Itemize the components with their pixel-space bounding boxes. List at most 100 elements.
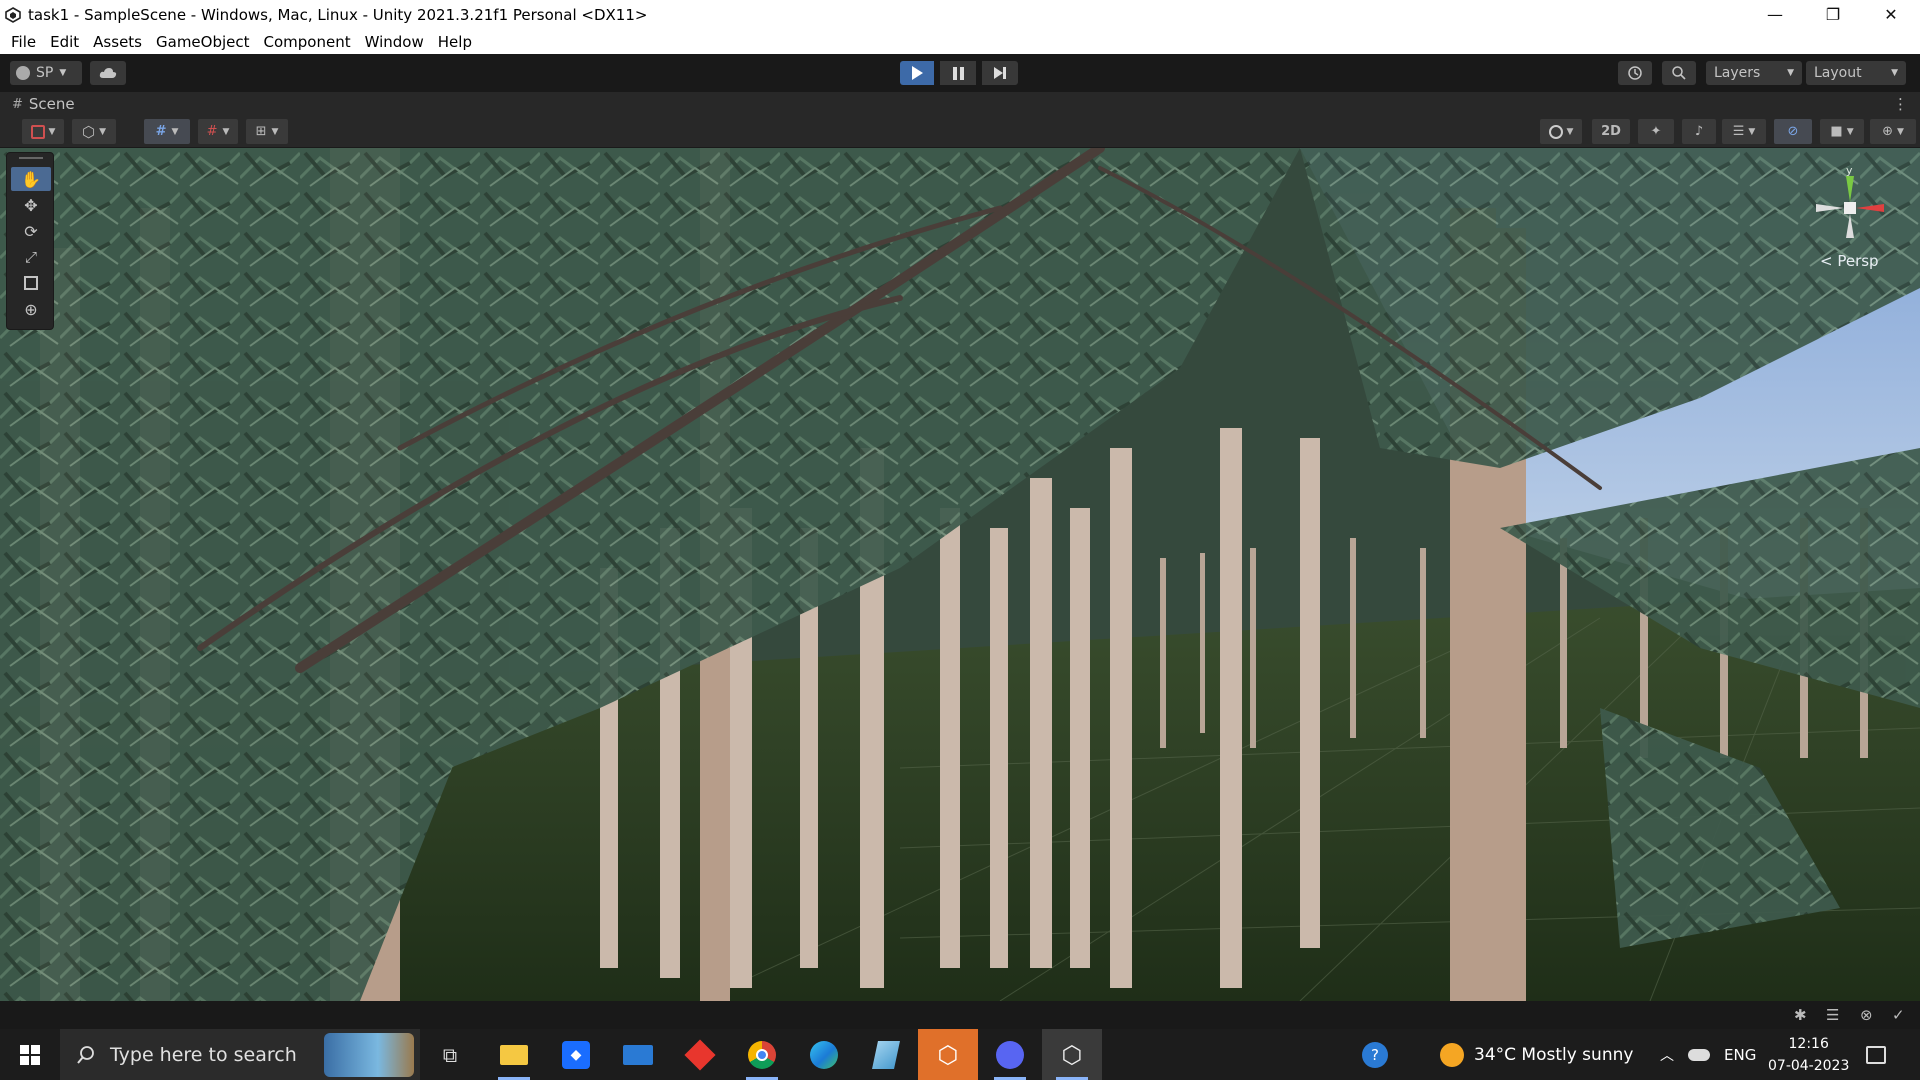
rotate-icon: ⟳ <box>24 221 38 241</box>
hand-tool-button[interactable]: ✋ <box>11 167 51 191</box>
weather-widget[interactable]: 34°C Mostly sunny <box>1440 1029 1633 1080</box>
help-icon: ? <box>1362 1041 1388 1068</box>
increment-snap-dropdown[interactable]: # ▼ <box>198 119 238 144</box>
dropbox-app[interactable]: ◆ <box>546 1029 606 1080</box>
clock[interactable]: 12:16 07-04-2023 <box>1768 1029 1849 1080</box>
effects-dropdown[interactable]: ☰ ▼ <box>1722 119 1766 144</box>
move-tool-button[interactable]: ✥ <box>11 193 51 217</box>
search-icon <box>77 1045 94 1064</box>
grid-snap-toggle[interactable]: # ▼ <box>144 119 190 144</box>
search-placeholder: Type here to search <box>110 1043 297 1066</box>
unity-hub-app[interactable]: ⬡ <box>918 1029 978 1080</box>
layers-stack-icon[interactable]: ☰ <box>1826 1006 1839 1024</box>
notes-app[interactable] <box>856 1029 916 1080</box>
menu-component[interactable]: Component <box>257 33 358 51</box>
language-indicator[interactable]: ENG <box>1724 1029 1756 1080</box>
menu-window[interactable]: Window <box>358 33 431 51</box>
check-circle-icon[interactable]: ✓ <box>1892 1006 1905 1024</box>
file-explorer-app[interactable] <box>484 1029 544 1080</box>
lighting-dropdown[interactable]: ▼ <box>1540 119 1582 144</box>
palette-grip[interactable] <box>19 157 43 159</box>
camera-dropdown[interactable]: ■ ▼ <box>1820 119 1864 144</box>
main-toolbar: SP ▼ Layers ▼ Layout ▼ <box>0 54 1920 92</box>
perspective-label[interactable]: < Persp <box>1820 252 1879 270</box>
network-icon[interactable]: ⊗ <box>1860 1006 1873 1024</box>
clock-time: 12:16 <box>1788 1035 1829 1052</box>
window-title: task1 - SampleScene - Windows, Mac, Linu… <box>28 5 648 24</box>
draw-mode-dropdown[interactable]: ▼ <box>22 119 64 144</box>
ruler-dropdown[interactable]: ⊞ ▼ <box>246 119 288 144</box>
speaker-icon: ♪ <box>1694 124 1704 139</box>
cloud-button[interactable] <box>90 61 126 85</box>
chevron-down-icon: ▼ <box>59 68 67 78</box>
chevron-down-icon: ▼ <box>1891 68 1898 78</box>
menu-bar: File Edit Assets GameObject Component Wi… <box>0 29 1920 54</box>
layers-dropdown[interactable]: Layers ▼ <box>1706 61 1802 85</box>
effects-icon: ☰ <box>1732 124 1745 139</box>
task-view-button[interactable]: ⧉ <box>420 1029 480 1080</box>
taskbar-search-box[interactable]: Type here to search <box>60 1029 420 1080</box>
chrome-app[interactable] <box>732 1029 792 1080</box>
start-button[interactable] <box>0 1029 60 1080</box>
minimize-button[interactable]: — <box>1746 0 1804 29</box>
scale-tool-button[interactable]: ⤢ <box>11 245 51 269</box>
pause-button[interactable] <box>940 61 976 85</box>
scene-lighting-toggle[interactable]: ✦ <box>1638 119 1674 144</box>
search-button[interactable] <box>1662 61 1696 85</box>
discord-app[interactable] <box>980 1029 1040 1080</box>
orientation-gizmo[interactable]: y < Persp <box>1800 164 1910 278</box>
menu-help[interactable]: Help <box>431 33 479 51</box>
2d-toggle[interactable]: 2D <box>1592 119 1630 144</box>
account-dropdown[interactable]: SP ▼ <box>10 61 82 85</box>
pause-icon <box>952 66 964 80</box>
help-tray-icon[interactable]: ? <box>1362 1029 1388 1080</box>
task-view-icon: ⧉ <box>442 1042 458 1067</box>
layout-dropdown[interactable]: Layout ▼ <box>1806 61 1906 85</box>
step-button[interactable] <box>982 61 1018 85</box>
shading-dropdown[interactable]: ⬡ ▼ <box>72 119 116 144</box>
chevron-down-icon: ▼ <box>1787 68 1794 78</box>
bug-icon[interactable]: ✱ <box>1794 1006 1807 1024</box>
folder-icon <box>500 1044 528 1065</box>
clock-date: 07-04-2023 <box>1768 1057 1850 1074</box>
scene-viewport[interactable]: y < Persp <box>0 148 1920 1001</box>
menu-file[interactable]: File <box>4 33 43 51</box>
menu-assets[interactable]: Assets <box>86 33 149 51</box>
ruler-icon: ⊞ <box>255 124 267 139</box>
anydesk-app[interactable] <box>670 1029 730 1080</box>
chrome-icon <box>748 1040 776 1069</box>
scene-visibility-toggle[interactable]: ⊘ <box>1774 119 1812 144</box>
gizmos-dropdown[interactable]: ⊕ ▼ <box>1870 119 1916 144</box>
unity-editor-app[interactable]: ⬡ <box>1042 1029 1102 1080</box>
close-button[interactable]: ✕ <box>1862 0 1920 29</box>
eye-slash-icon: ⊘ <box>1787 124 1799 139</box>
unity-icon: ⬡ <box>937 1040 959 1069</box>
onedrive-tray-icon[interactable] <box>1688 1029 1710 1080</box>
move-icon: ✥ <box>24 195 38 215</box>
edge-icon <box>810 1040 838 1069</box>
rect-tool-button[interactable] <box>11 271 51 295</box>
menu-edit[interactable]: Edit <box>43 33 86 51</box>
edge-app[interactable] <box>794 1029 854 1080</box>
editor-status-bar: ✱ ☰ ⊗ ✓ <box>0 1001 1920 1029</box>
diamond-icon <box>684 1038 716 1071</box>
notification-center-button[interactable] <box>1866 1029 1886 1080</box>
tab-scene[interactable]: Scene <box>29 95 75 113</box>
restore-button[interactable]: ❐ <box>1804 0 1862 29</box>
audio-toggle[interactable]: ♪ <box>1682 119 1716 144</box>
dropbox-icon: ◆ <box>562 1040 590 1069</box>
show-hidden-icons-button[interactable]: ︿ <box>1660 1029 1674 1080</box>
rotate-tool-button[interactable]: ⟳ <box>11 219 51 243</box>
increment-snap-icon: # <box>206 124 218 139</box>
chevron-up-icon: ︿ <box>1660 1047 1674 1064</box>
scene-tab-bar: # Scene ⋮ <box>0 92 1920 116</box>
kebab-menu-icon[interactable]: ⋮ <box>1893 95 1908 113</box>
transform-tool-button[interactable]: ⊕ <box>11 297 51 321</box>
play-button[interactable] <box>900 61 934 85</box>
history-button[interactable] <box>1618 61 1652 85</box>
notification-icon <box>1866 1045 1886 1064</box>
mail-app[interactable] <box>608 1029 668 1080</box>
menu-gameobject[interactable]: GameObject <box>149 33 257 51</box>
axis-gizmo-icon <box>1816 176 1884 238</box>
window-title-bar: task1 - SampleScene - Windows, Mac, Linu… <box>0 0 1920 29</box>
